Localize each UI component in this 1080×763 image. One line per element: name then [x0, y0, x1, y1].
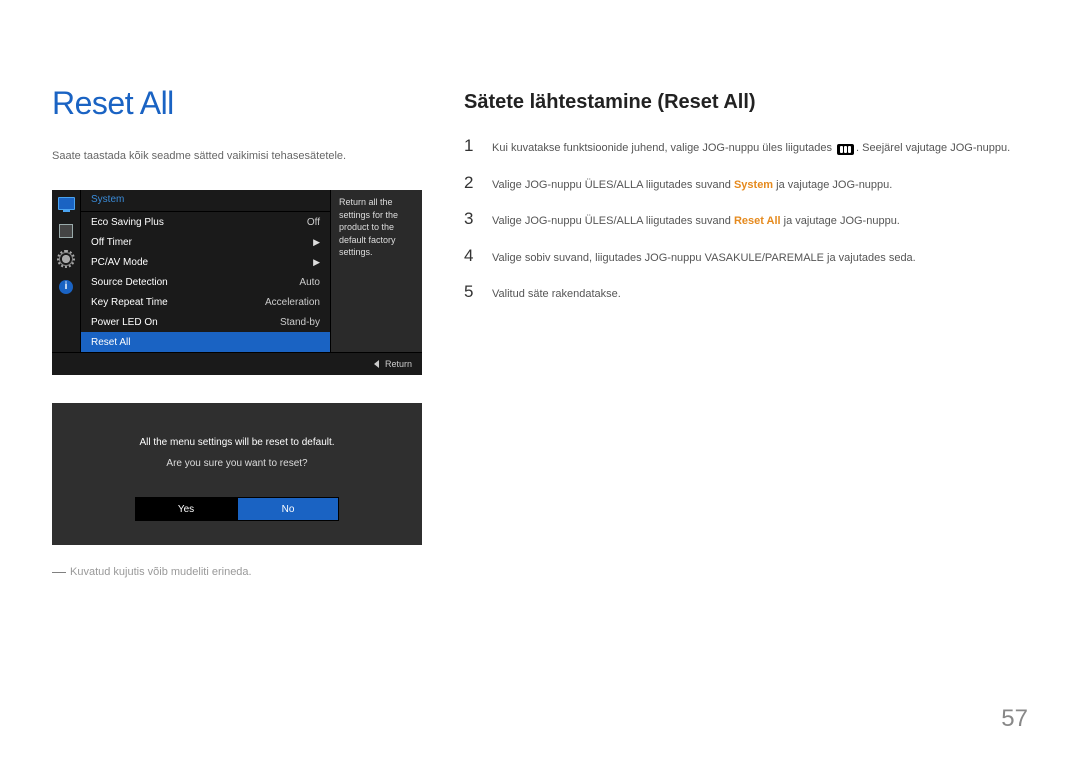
section-subtitle: Sätete lähtestamine (Reset All) [464, 91, 1028, 114]
step-2: 2 Valige JOG-nuppu ÜLES/ALLA liigutades … [464, 173, 1028, 194]
step-5: 5 Valitud säte rakendatakse. [464, 282, 1028, 303]
osd-item-label: Eco Saving Plus [91, 217, 164, 228]
osd-menu-list: System Eco Saving Plus Off Off Timer ▶ P… [81, 190, 330, 352]
step-text: Valige sobiv suvand, liigutades JOG-nupp… [492, 250, 916, 267]
step-4: 4 Valige sobiv suvand, liigutades JOG-nu… [464, 246, 1028, 267]
osd-menu-heading: System [81, 190, 330, 212]
page-title: Reset All [52, 85, 432, 122]
gear-icon [57, 252, 75, 266]
osd-footer: Return [52, 352, 422, 375]
step-number: 4 [464, 246, 478, 266]
osd-sidebar: i [52, 190, 81, 352]
osd-tooltip: Return all the settings for the product … [330, 190, 422, 352]
osd-item-value: Off [307, 217, 320, 228]
step-3: 3 Valige JOG-nuppu ÜLES/ALLA liigutades … [464, 209, 1028, 230]
osd-item-value: Stand-by [280, 317, 320, 328]
osd-item-label: PC/AV Mode [91, 257, 148, 268]
osd-item-offtimer: Off Timer ▶ [81, 232, 330, 252]
step-text: Valitud säte rakendatakse. [492, 286, 621, 303]
osd-item-eco: Eco Saving Plus Off [81, 212, 330, 232]
step-1: 1 Kui kuvatakse funktsioonide juhend, va… [464, 136, 1028, 157]
osd-item-pcav: PC/AV Mode ▶ [81, 252, 330, 272]
osd-item-keyrepeat: Key Repeat Time Acceleration [81, 292, 330, 312]
keyword-resetall: Reset All [734, 215, 781, 227]
dialog-yes-button: Yes [135, 497, 237, 521]
intro-text: Saate taastada kõik seadme sätted vaikim… [52, 150, 432, 162]
step-text: Valige JOG-nuppu ÜLES/ALLA liigutades su… [492, 213, 900, 230]
right-column: Sätete lähtestamine (Reset All) 1 Kui ku… [464, 85, 1028, 579]
osd-item-label: Source Detection [91, 277, 168, 288]
osd-item-label: Reset All [91, 337, 130, 348]
osd-item-value: Auto [299, 277, 320, 288]
dash-icon: ― [52, 563, 66, 579]
step-number: 3 [464, 209, 478, 229]
dialog-message-1: All the menu settings will be reset to d… [139, 437, 334, 448]
picture-icon [57, 224, 75, 238]
step-text: Kui kuvatakse funktsioonide juhend, vali… [492, 140, 1010, 157]
chevron-right-icon: ▶ [313, 257, 320, 268]
osd-item-powerled: Power LED On Stand-by [81, 312, 330, 332]
footnote: ― Kuvatud kujutis võib mudeliti erineda. [52, 563, 432, 579]
page-number: 57 [1001, 705, 1028, 733]
osd-menu-screenshot: i System Eco Saving Plus Off Off Timer ▶ [52, 190, 422, 375]
triangle-left-icon [374, 360, 379, 368]
step-text: Valige JOG-nuppu ÜLES/ALLA liigutades su… [492, 177, 892, 194]
chevron-right-icon: ▶ [313, 237, 320, 248]
monitor-icon [57, 196, 75, 210]
left-column: Reset All Saate taastada kõik seadme sät… [52, 85, 432, 579]
osd-item-label: Key Repeat Time [91, 297, 168, 308]
steps-list: 1 Kui kuvatakse funktsioonide juhend, va… [464, 136, 1028, 303]
osd-item-label: Power LED On [91, 317, 158, 328]
osd-item-value: Acceleration [265, 297, 320, 308]
osd-confirm-dialog: All the menu settings will be reset to d… [52, 403, 422, 545]
osd-return-label: Return [385, 359, 412, 369]
step-number: 5 [464, 282, 478, 302]
osd-item-source: Source Detection Auto [81, 272, 330, 292]
osd-item-resetall: Reset All [81, 332, 330, 352]
step-number: 1 [464, 136, 478, 156]
keyword-system: System [734, 179, 773, 191]
page: Reset All Saate taastada kõik seadme sät… [0, 0, 1080, 763]
info-icon: i [57, 280, 75, 294]
osd-item-label: Off Timer [91, 237, 132, 248]
dialog-no-button: No [237, 497, 339, 521]
jog-menu-icon [837, 144, 854, 155]
step-number: 2 [464, 173, 478, 193]
footnote-text: Kuvatud kujutis võib mudeliti erineda. [70, 566, 252, 578]
dialog-message-2: Are you sure you want to reset? [166, 458, 307, 469]
